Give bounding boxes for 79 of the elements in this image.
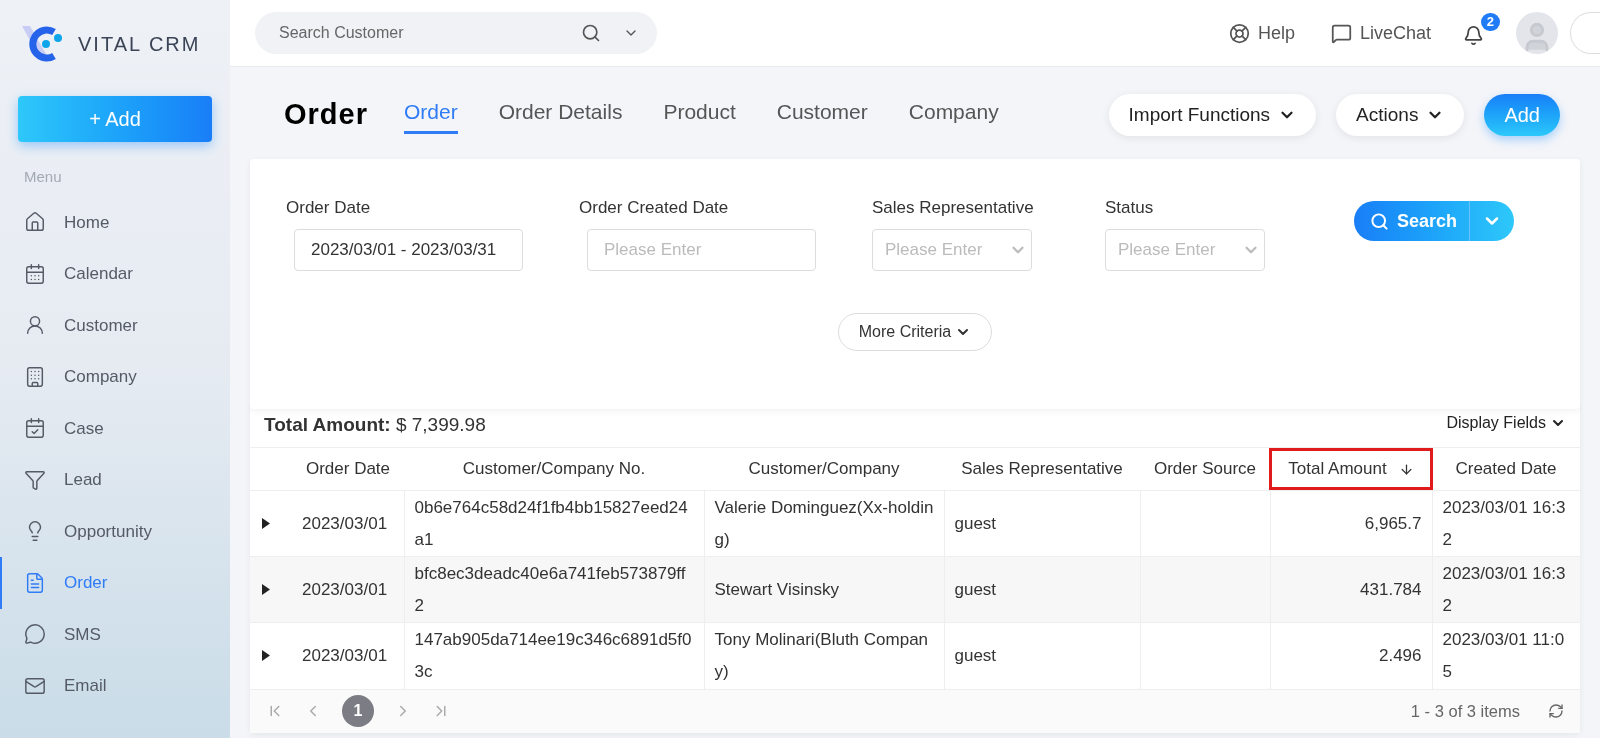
tab[interactable]: Order Details (498, 95, 623, 135)
column-header[interactable]: Customer/Company (704, 448, 944, 490)
sort-descending-icon (1398, 461, 1414, 477)
table-cell: 2.496 (1378, 645, 1422, 665)
input-field[interactable]: 2023/03/01 - 2023/03/31 (294, 228, 523, 271)
expand-triangle-icon[interactable] (262, 584, 270, 595)
sidebar-item[interactable]: SMS (0, 608, 230, 660)
chat-bubble-icon (24, 623, 46, 646)
sidebar-item[interactable]: Case (0, 402, 230, 454)
table-cell: Stewart Visinsky (714, 579, 839, 599)
table-cell: guest (954, 513, 997, 533)
page-button[interactable]: 1 (342, 695, 374, 727)
lifebuoy-icon (1228, 22, 1250, 44)
column-header[interactable]: Created Date (1432, 448, 1580, 490)
tab[interactable]: Customer (776, 95, 868, 135)
column-header[interactable]: Customer/Company No. (404, 448, 704, 490)
display-fields-button[interactable]: Display Fields (1446, 411, 1566, 435)
livechat-link[interactable]: LiveChat (1330, 19, 1431, 47)
menu-label: Menu (24, 167, 62, 187)
help-link[interactable]: Help (1228, 19, 1295, 47)
table-cell: 2023/03/01 (302, 513, 388, 533)
table-cell: Valerie Dominguez(Xx-holding) (714, 497, 934, 549)
logo-text: VITAL CRM (78, 32, 201, 57)
sidebar-item[interactable]: Company (0, 351, 230, 403)
tab[interactable]: Order (404, 95, 458, 135)
notification-button[interactable]: 2 (1463, 12, 1500, 50)
table-cell: 147ab905da714ee19c346c6891d5f03c (414, 629, 692, 681)
calendar-check-icon (24, 417, 46, 440)
document-icon (24, 571, 46, 594)
table-cell: bfc8ec3deadc40e6a741feb573879ff2 (414, 563, 686, 615)
table-cell: 2023/03/01 (302, 645, 388, 665)
table-cell: 2023/03/01 16:32 (1442, 563, 1566, 615)
table-cell: guest (954, 579, 997, 599)
table-cell: Tony Molinari(Bluth Company) (714, 629, 929, 681)
select-field[interactable]: Please Enter (872, 228, 1032, 271)
home-icon (24, 211, 46, 234)
table-cell: 2023/03/01 16:32 (1442, 497, 1566, 549)
table-cell: 431.784 (1360, 579, 1422, 599)
table-cell: 2023/03/01 (302, 579, 388, 599)
tab[interactable]: Company (908, 95, 999, 135)
column-header[interactable]: Order Date (292, 448, 404, 490)
notification-count: 2 (1480, 12, 1500, 31)
search-field[interactable]: Search Customer (255, 12, 657, 54)
building-icon (24, 365, 46, 388)
sidebar-item[interactable]: Home (0, 196, 230, 248)
field-label: Status (1105, 197, 1155, 219)
funnel-icon (24, 468, 46, 491)
table-cell: 2023/03/01 11:05 (1442, 629, 1565, 681)
person-icon (24, 314, 46, 337)
column-header[interactable]: Total Amount (1269, 448, 1433, 490)
input-field[interactable]: Please Enter (587, 228, 816, 271)
table-cell: 6,965.7 (1364, 513, 1422, 533)
sidebar-item[interactable]: Calendar (0, 248, 230, 300)
field-label: Order Date (286, 197, 372, 219)
actions-button[interactable]: Actions (1336, 94, 1465, 136)
total-amount: Total Amount: $ 7,399.98 (264, 412, 486, 437)
pagination-summary: 1 - 3 of 3 items (1410, 700, 1520, 722)
expand-triangle-icon[interactable] (262, 518, 270, 529)
column-header[interactable]: Order Source (1140, 448, 1270, 490)
sidebar-item[interactable]: Customer (0, 299, 230, 351)
bell-icon (1463, 24, 1484, 46)
expand-triangle-icon[interactable] (262, 650, 270, 662)
refresh-icon[interactable] (1548, 703, 1564, 719)
column-header[interactable]: Sales Representative (944, 448, 1140, 490)
search-icon[interactable] (581, 23, 601, 43)
avatar[interactable] (1516, 12, 1558, 54)
chat-icon (1330, 22, 1352, 44)
select-field[interactable]: Please Enter (1105, 228, 1265, 271)
tab[interactable]: Product (663, 95, 736, 135)
sidebar-item[interactable]: Opportunity (0, 505, 230, 557)
field-label: Order Created Date (579, 197, 730, 219)
search-icon (1369, 211, 1389, 231)
field-label: Sales Representative (872, 197, 1035, 219)
calendar-icon (24, 262, 46, 285)
sidebar-item[interactable]: Lead (0, 454, 230, 506)
sidebar-item[interactable]: Email (0, 660, 230, 712)
table-cell: guest (954, 645, 997, 665)
page-title: Order (284, 97, 368, 133)
import-functions-button[interactable]: Import Functions (1108, 94, 1317, 136)
